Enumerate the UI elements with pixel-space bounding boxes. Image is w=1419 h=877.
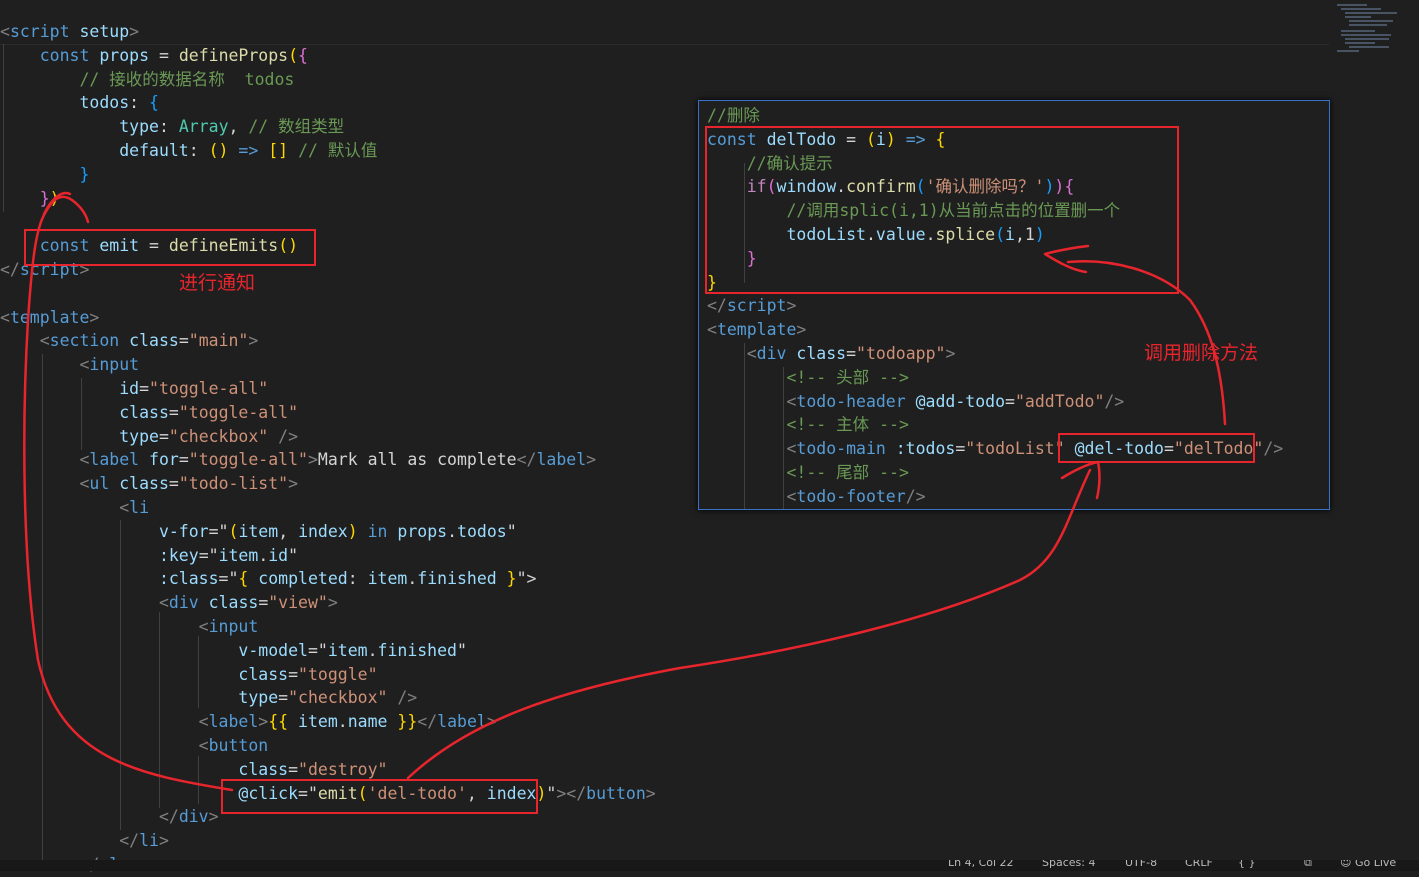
arrow-emit-to-click [23,195,234,792]
arrow-click-to-event [406,468,1092,780]
arrow-event-to-function [1066,260,1227,426]
status-indentation[interactable]: Spaces: 4 [1042,860,1095,869]
status-language-icon[interactable]: { } [1238,860,1256,869]
annotation-arrows [23,191,1227,792]
arrow-head-function [1043,244,1090,274]
status-encoding[interactable]: UTF-8 [1125,860,1157,869]
status-line-ending[interactable]: CRLF [1185,860,1213,869]
status-cursor-position[interactable]: Ln 4, Col 22 [948,860,1014,869]
status-bar: Ln 4, Col 22 Spaces: 4 UTF-8 CRLF { } ⧉ … [0,860,1419,871]
status-go-live[interactable]: ☺ Go Live [1340,860,1396,869]
status-layout-icon[interactable]: ⧉ [1304,860,1312,870]
